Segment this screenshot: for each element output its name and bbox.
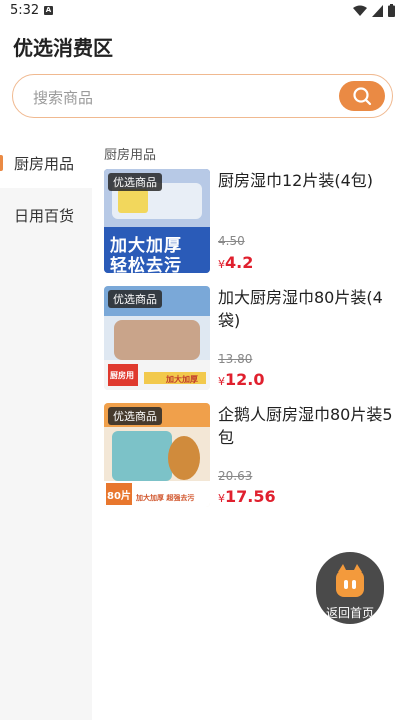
- signal-icon: [372, 4, 383, 17]
- product-image[interactable]: 优选商品 80片 加大加厚 超强去污: [104, 403, 210, 507]
- search-icon: [353, 87, 372, 106]
- wifi-icon: [353, 5, 367, 16]
- search-button[interactable]: [339, 81, 385, 111]
- product-image[interactable]: 优选商品 加大加厚 轻松去污: [104, 169, 210, 273]
- currency-symbol: ¥: [218, 492, 225, 505]
- current-price: ¥12.0: [218, 370, 264, 389]
- product-tag: 优选商品: [108, 173, 162, 191]
- product-card[interactable]: 优选商品 加大加厚 轻松去污 厨房湿巾12片装(4包) 4.50 ¥4.2: [104, 169, 404, 273]
- price-value: 4.2: [225, 253, 254, 272]
- page-title: 优选消费区: [13, 36, 113, 60]
- search-placeholder: 搜索商品: [33, 89, 94, 107]
- sidebar-item-kitchen[interactable]: 厨房用品: [0, 138, 92, 188]
- sidebar-item-label: 厨房用品: [14, 155, 75, 173]
- product-card[interactable]: 优选商品 80片 加大加厚 超强去污 企鹅人厨房湿巾80片装5包 20.63 ¥…: [104, 403, 404, 507]
- category-sidebar: 厨房用品 日用百货: [0, 138, 92, 720]
- sidebar-item-label: 日用百货: [14, 207, 75, 225]
- product-tag: 优选商品: [108, 407, 162, 425]
- product-image-text: 80片: [107, 491, 131, 502]
- notification-icon: A: [44, 6, 53, 15]
- original-price: 13.80: [218, 352, 253, 366]
- price-value: 17.56: [225, 487, 276, 506]
- active-indicator: [0, 155, 3, 171]
- original-price: 20.63: [218, 469, 253, 483]
- back-home-button[interactable]: 返回首页: [316, 552, 384, 624]
- status-bar: 5:32 A: [0, 0, 405, 24]
- price-value: 12.0: [225, 370, 265, 389]
- current-price: ¥4.2: [218, 253, 253, 272]
- product-image-text: 轻松去污: [110, 256, 182, 273]
- product-image-text: 厨房用: [110, 371, 134, 380]
- home-icon: [336, 564, 364, 597]
- home-button-label: 返回首页: [325, 606, 374, 620]
- battery-icon: [388, 4, 395, 17]
- currency-symbol: ¥: [218, 375, 225, 388]
- product-name[interactable]: 厨房湿巾12片装(4包): [218, 169, 398, 192]
- status-time: 5:32: [10, 3, 40, 18]
- sidebar-item-daily[interactable]: 日用百货: [0, 190, 92, 240]
- product-image-text: 加大加厚: [166, 375, 198, 384]
- section-title: 厨房用品: [104, 148, 157, 163]
- search-input[interactable]: 搜索商品: [12, 74, 393, 118]
- product-name[interactable]: 企鹅人厨房湿巾80片装5包: [218, 403, 398, 449]
- status-icons: [353, 4, 395, 17]
- product-card[interactable]: 优选商品 厨房用 加大加厚 加大厨房湿巾80片装(4袋) 13.80 ¥12.0: [104, 286, 404, 390]
- product-name[interactable]: 加大厨房湿巾80片装(4袋): [218, 286, 398, 332]
- current-price: ¥17.56: [218, 487, 276, 506]
- original-price: 4.50: [218, 234, 245, 248]
- product-image-text: 加大加厚 超强去污: [136, 494, 195, 502]
- currency-symbol: ¥: [218, 258, 225, 271]
- product-tag: 优选商品: [108, 290, 162, 308]
- product-image[interactable]: 优选商品 厨房用 加大加厚: [104, 286, 210, 390]
